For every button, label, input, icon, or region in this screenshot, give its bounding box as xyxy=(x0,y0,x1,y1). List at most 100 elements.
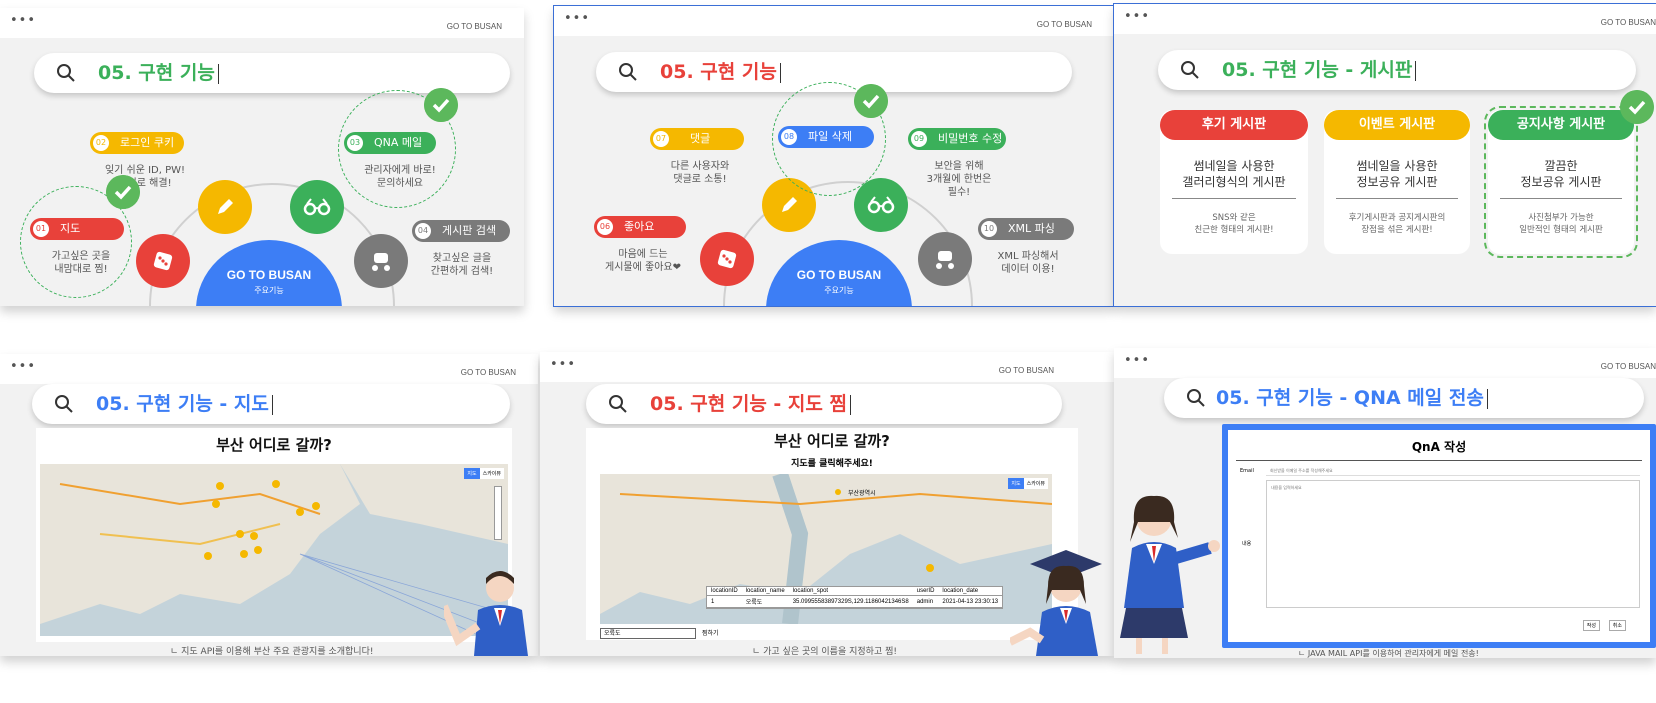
slide-board: ••• GO TO BUSAN 05. 구현 기능 - 게시판 후기 게시판 썸… xyxy=(1113,3,1656,307)
card-sub: 사진첨부가 가능한 일반적인 형태의 게시판 xyxy=(1519,213,1603,235)
map-type-toggle[interactable]: 지도 스카이뷰 xyxy=(1008,478,1048,489)
feature-pill-10: 10 XML 파싱 xyxy=(978,218,1074,240)
feature-label: 게시판 검색 xyxy=(442,224,497,237)
window-dots-icon: ••• xyxy=(10,359,37,374)
card-header: 이벤트 게시판 xyxy=(1324,110,1470,140)
map-panel: 부산 어디로 갈까? 지도를 클릭해주세요! 부산광역시 지도 스카이뷰 loc… xyxy=(586,428,1078,640)
feature-pill-03: 03 QNA 메일 xyxy=(344,132,436,154)
check-icon xyxy=(106,175,140,209)
graduate-illustration xyxy=(1010,550,1102,656)
feature-number: 09 xyxy=(911,131,927,147)
hub-title: GO TO BUSAN xyxy=(226,268,312,282)
window-dots-icon: ••• xyxy=(1124,9,1151,24)
feature-label: 좋아요 xyxy=(624,220,655,233)
dice-icon xyxy=(717,249,737,269)
slide-topbar: ••• GO TO BUSAN xyxy=(1114,4,1656,34)
feature-desc-10: XML 파싱해서 데이터 이용! xyxy=(997,251,1059,275)
slide-map: ••• GO TO BUSAN 05. 구현 기능 - 지도 부산 어디로 갈까… xyxy=(0,354,538,656)
slide-title: 05. 구현 기능 - QNA 메일 전송 xyxy=(1216,386,1488,410)
slide-caption: ㄴ 가고 싶은 곳의 이름을 지정하고 찜! xyxy=(752,647,897,656)
feature-desc-07: 다른 사용자와 댓글로 소통! xyxy=(670,161,730,185)
search-icon xyxy=(1187,389,1205,407)
email-field[interactable]: 회신받을 이메일 주소를 작성해주세요 xyxy=(1266,466,1640,476)
window-dots-icon: ••• xyxy=(1124,353,1151,368)
card-sub: SNS와 같은 친근한 형태의 게시판! xyxy=(1194,213,1274,235)
dice-icon-circle xyxy=(136,234,190,288)
submit-button[interactable]: 작성 xyxy=(1582,620,1600,631)
check-icon xyxy=(1620,90,1654,124)
hub-title: GO TO BUSAN xyxy=(796,268,882,282)
map-title: 부산 어디로 갈까? xyxy=(774,432,890,450)
slide-features-1: ••• GO TO BUSAN 05. 구현 기능 GO TO BUSAN 주요… xyxy=(0,8,524,306)
slide-title: 05. 구현 기능 - 지도 찜 xyxy=(650,392,851,416)
feature-label: 파일 삭제 xyxy=(808,130,852,143)
feature-pill-04: 04 게시판 검색 xyxy=(412,220,510,242)
robot-icon xyxy=(936,251,954,269)
map-view[interactable]: 부산광역시 지도 스카이뷰 locationID location_name loc… xyxy=(600,474,1052,624)
cancel-button[interactable]: 취소 xyxy=(1608,620,1626,631)
brand-label: GO TO BUSAN xyxy=(998,366,1054,375)
card-header: 후기 게시판 xyxy=(1160,110,1308,140)
robot-icon xyxy=(372,253,390,271)
location-name-input[interactable]: 오륙도 xyxy=(600,628,696,639)
zoom-slider[interactable] xyxy=(494,486,502,540)
feature-label: 지도 xyxy=(60,222,81,235)
board-card-event: 이벤트 게시판 썸네일을 사용한 정보공유 게시판 후기게시판과 공지게시판의 장점… xyxy=(1324,110,1470,254)
map-place-label: 부산광역시 xyxy=(848,490,876,497)
map-subtitle: 지도를 클릭해주세요! xyxy=(791,459,873,469)
map-graphic xyxy=(40,464,508,636)
slide-topbar: ••• GO TO BUSAN xyxy=(0,354,538,384)
search-icon xyxy=(609,395,627,413)
student-illustration xyxy=(444,571,528,656)
card-main: 깔끔한 정보공유 게시판 xyxy=(1520,159,1602,189)
feature-label: 로그인 쿠키 xyxy=(120,136,175,149)
card-sub: 후기게시판과 공지게시판의 장점을 섞은 게시판! xyxy=(1348,213,1446,235)
slide-qna-mail: ••• GO TO BUSAN 05. 구현 기능 - QNA 메일 전송 Qn… xyxy=(1114,348,1656,658)
slide-collage: ••• GO TO BUSAN 05. 구현 기능 GO TO BUSAN 주요… xyxy=(0,0,1656,703)
pick-button[interactable]: 찜하기 xyxy=(702,628,719,637)
search-bar[interactable]: 05. 구현 기능 - 게시판 xyxy=(1158,50,1636,90)
slide-topbar: ••• GO TO BUSAN xyxy=(540,352,1114,382)
glasses-icon-circle xyxy=(290,180,344,234)
hub-subtitle: 주요기능 xyxy=(254,286,284,295)
feature-desc-06: 마음에 드는 게시물에 좋아요❤ xyxy=(605,249,681,273)
slide-title: 05. 구현 기능 - 지도 xyxy=(96,392,273,416)
search-bar[interactable]: 05. 구현 기능 - 지도 xyxy=(32,384,510,424)
board-card-review: 후기 게시판 썸네일을 사용한 갤러리형식의 게시판 SNS와 같은 친근한 형태의… xyxy=(1160,110,1308,254)
feature-pill-02: 02 로그인 쿠키 xyxy=(90,132,184,154)
slide-features-2: ••• GO TO BUSAN 05. 구현 기능 GO TO BUSAN 주요… xyxy=(553,5,1115,307)
slide-title: 05. 구현 기능 - 게시판 xyxy=(1222,58,1417,82)
brand-label: GO TO BUSAN xyxy=(1600,362,1656,371)
feature-number: 06 xyxy=(597,219,613,235)
feature-number: 02 xyxy=(93,135,109,151)
map-type-toggle[interactable]: 지도 스카이뷰 xyxy=(464,468,504,479)
map-title: 부산 어디로 갈까? xyxy=(216,436,332,454)
content-label: 내용 xyxy=(1242,541,1252,547)
pen-icon-circle xyxy=(198,180,252,234)
map-view[interactable]: 지도 스카이뷰 xyxy=(40,464,508,636)
pen-icon xyxy=(782,197,797,212)
window-dots-icon: ••• xyxy=(550,357,577,372)
feature-number: 07 xyxy=(653,131,669,147)
feature-number: 01 xyxy=(33,221,49,237)
feature-desc-04: 찾고싶은 글을 간편하게 검색! xyxy=(430,253,494,277)
card-main: 썸네일을 사용한 정보공유 게시판 xyxy=(1356,159,1438,189)
card-header: 공지사항 게시판 xyxy=(1488,110,1634,140)
robot-icon-circle xyxy=(354,234,408,288)
search-bar[interactable]: 05. 구현 기능 - QNA 메일 전송 xyxy=(1164,378,1644,418)
feature-pill-01: 01 지도 xyxy=(30,218,124,240)
card-main: 썸네일을 사용한 갤러리형식의 게시판 xyxy=(1182,159,1286,189)
feature-pill-08: 08 파일 삭제 xyxy=(778,126,874,148)
search-bar[interactable]: 05. 구현 기능 - 지도 찜 xyxy=(586,384,1062,424)
content-textarea[interactable]: 내용을 입력하세요 xyxy=(1266,480,1640,608)
location-table: locationID location_name location_spot user… xyxy=(706,586,1004,609)
feature-desc-01: 가고싶은 곳을 내맘대로 찜! xyxy=(51,251,111,275)
form-title: QnA 작성 xyxy=(1411,440,1467,454)
map-panel: 부산 어디로 갈까? 지도 스카이뷰 xyxy=(36,428,512,642)
feature-pill-06: 06 좋아요 xyxy=(594,216,686,238)
check-icon xyxy=(854,84,888,118)
dice-icon-circle xyxy=(700,232,754,286)
feature-label: QNA 메일 xyxy=(374,136,423,149)
dice-icon xyxy=(153,251,173,271)
glasses-icon-circle xyxy=(854,178,908,232)
